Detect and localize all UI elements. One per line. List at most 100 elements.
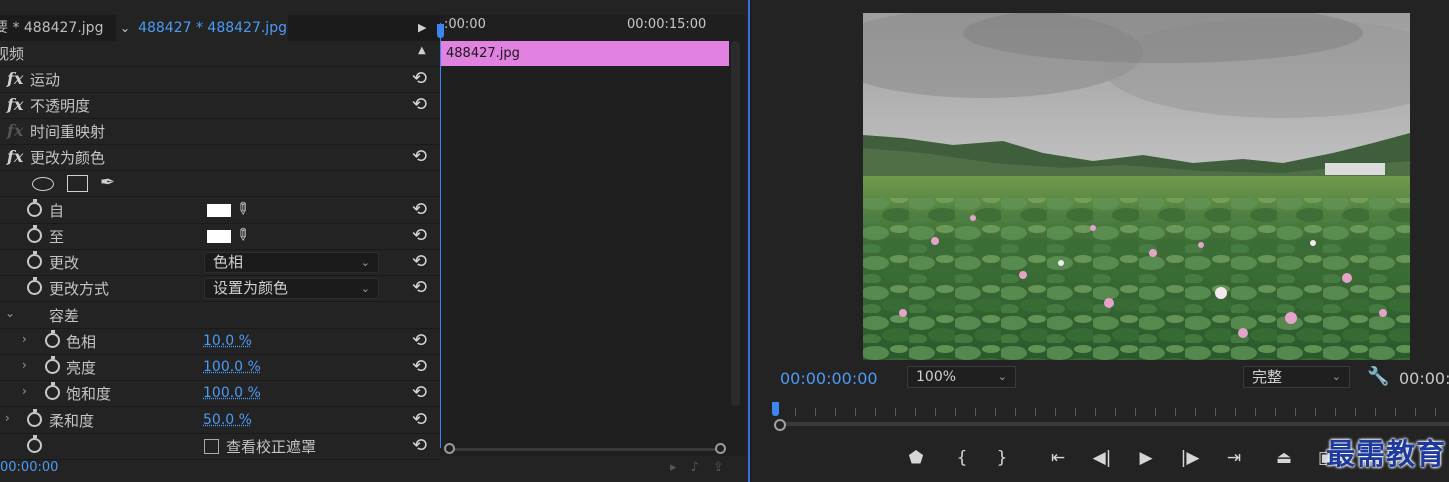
zoom-handle[interactable] [774, 419, 786, 431]
stopwatch-icon[interactable] [27, 199, 42, 217]
effect-row-motion[interactable]: fx 运动 ⟲ [0, 67, 440, 93]
monitor-time-ruler[interactable] [772, 400, 1449, 434]
zoom-handle-left[interactable] [444, 443, 455, 454]
zoom-dropdown[interactable]: 100% ⌄ [907, 366, 1016, 388]
mark-in-button[interactable]: { [948, 446, 976, 470]
lightness-value[interactable]: 100.0 % [203, 359, 261, 375]
reset-icon[interactable]: ⟲ [412, 382, 427, 403]
chevron-right-icon[interactable]: › [22, 358, 27, 372]
rectangle-mask-icon[interactable] [67, 175, 88, 192]
clip-bar[interactable]: 488427.jpg [441, 41, 729, 66]
chevron-right-icon[interactable]: › [22, 332, 27, 346]
eyedropper-icon[interactable]: ✎ [231, 223, 254, 246]
step-forward-button[interactable]: |▶ [1176, 446, 1204, 470]
add-marker-button[interactable]: ⬟ [902, 446, 930, 470]
param-label: 饱和度 [66, 385, 112, 403]
effect-row-opacity[interactable]: fx 不透明度 ⟲ [0, 93, 440, 119]
reset-icon[interactable]: ⟲ [412, 277, 427, 298]
reset-icon[interactable]: ⟲ [412, 251, 427, 272]
chevron-down-icon[interactable]: ⌄ [120, 21, 130, 35]
stopwatch-icon[interactable] [27, 277, 42, 295]
change-dropdown-value: 色相 [213, 253, 244, 271]
section-header-video[interactable]: 视频 ▲ [0, 41, 440, 67]
chevron-right-icon[interactable]: › [22, 384, 27, 398]
change-dropdown[interactable]: 色相 ⌄ [204, 252, 379, 273]
from-color-swatch[interactable] [207, 204, 231, 217]
lift-button[interactable]: ⏏ [1270, 446, 1298, 470]
audio-only-icon[interactable]: ▸♪ [670, 460, 713, 475]
param-label: 更改方式 [49, 280, 110, 298]
mask-tools-row: ✒ [0, 171, 440, 197]
reset-icon[interactable]: ⟲ [412, 225, 427, 246]
monitor-playhead[interactable] [772, 402, 779, 416]
stopwatch-icon[interactable] [45, 330, 60, 348]
play-triangle-icon[interactable]: ▶ [418, 15, 426, 41]
zoom-scrollbar-track [450, 448, 722, 451]
effect-controls-timeline[interactable]: :00:00 00:00:15:00 488427.jpg [437, 15, 745, 456]
saturation-value[interactable]: 100.0 % [203, 385, 261, 401]
tab-active-clip[interactable]: ⌄ 488427 * 488427.jpg [116, 15, 288, 41]
ellipse-mask-icon[interactable] [32, 177, 54, 191]
change-by-dropdown[interactable]: 设置为颜色 ⌄ [204, 278, 379, 299]
video-frame-lotus-pond[interactable] [863, 13, 1410, 360]
play-button[interactable]: ▶ [1132, 446, 1160, 470]
vertical-scrollbar[interactable] [731, 41, 740, 406]
reset-icon[interactable]: ⟲ [412, 68, 427, 89]
zoom-scrollbar[interactable] [444, 442, 729, 456]
param-row-tolerance[interactable]: ⌄ 容差 [0, 303, 440, 329]
param-label: 色相 [66, 333, 97, 351]
mark-out-button[interactable]: } [988, 446, 1016, 470]
reset-icon[interactable]: ⟲ [412, 146, 427, 167]
ruler-start-timecode: :00:00 [444, 17, 486, 32]
playhead-handle[interactable] [437, 24, 444, 38]
program-monitor: 00:00:00:00 100% ⌄ 完整 ⌄ 🔧 00:00: ⬟ { } ⇤ ◀… [752, 0, 1449, 482]
export-icon[interactable]: ⇪ [713, 460, 738, 475]
chevron-down-icon[interactable]: ⌄ [5, 306, 15, 320]
reset-icon[interactable]: ⟲ [412, 435, 427, 456]
param-label: 自 [49, 202, 65, 220]
step-back-button[interactable]: ◀| [1088, 446, 1116, 470]
stopwatch-icon[interactable] [27, 251, 42, 269]
reset-icon[interactable]: ⟲ [412, 199, 427, 220]
wrench-icon[interactable]: 🔧 [1367, 366, 1389, 387]
softness-value[interactable]: 50.0 % [203, 412, 252, 428]
go-to-in-button[interactable]: ⇤ [1044, 446, 1072, 470]
effect-controls-panel: 要 * 488427.jpg ⌄ 488427 * 488427.jpg ▶ 视频… [0, 0, 750, 482]
collapse-arrow-icon[interactable]: ▲ [418, 45, 426, 56]
param-row-change: 更改 色相 ⌄ ⟲ [0, 250, 440, 276]
eyedropper-icon[interactable]: ✎ [231, 197, 254, 220]
duration-timecode: 00:00: [1399, 369, 1449, 388]
reset-icon[interactable]: ⟲ [412, 409, 427, 430]
chevron-right-icon[interactable]: › [5, 411, 10, 425]
effect-row-time-remap[interactable]: fx 时间重映射 [0, 119, 440, 145]
param-label: 亮度 [66, 359, 97, 377]
pen-mask-icon[interactable]: ✒ [100, 172, 115, 193]
tab-master-clip[interactable]: 要 * 488427.jpg [0, 15, 103, 41]
playhead-line [440, 23, 441, 448]
fx-icon[interactable]: fx [7, 147, 23, 166]
zoom-handle-right[interactable] [715, 443, 726, 454]
stopwatch-icon[interactable] [45, 356, 60, 374]
resolution-dropdown[interactable]: 完整 ⌄ [1243, 366, 1350, 388]
effect-row-change-to-color[interactable]: fx 更改为颜色 ⟲ [0, 145, 440, 171]
effect-controls-timecode[interactable]: 00:00:00 [0, 460, 58, 475]
go-to-out-button[interactable]: ⇥ [1220, 446, 1248, 470]
fx-icon[interactable]: fx [7, 121, 23, 140]
stopwatch-icon[interactable] [27, 225, 42, 243]
current-timecode[interactable]: 00:00:00:00 [780, 369, 878, 388]
stopwatch-icon[interactable] [27, 435, 42, 453]
clip-bar-label: 488427.jpg [446, 46, 520, 61]
stopwatch-icon[interactable] [27, 409, 42, 427]
fx-icon[interactable]: fx [7, 95, 23, 114]
reset-icon[interactable]: ⟲ [412, 94, 427, 115]
param-label: 容差 [49, 307, 80, 325]
reset-icon[interactable]: ⟲ [412, 330, 427, 351]
view-mask-checkbox[interactable] [204, 439, 219, 454]
reset-icon[interactable]: ⟲ [412, 356, 427, 377]
to-color-swatch[interactable] [207, 230, 231, 243]
lotus-pond-image [863, 13, 1410, 360]
stopwatch-icon[interactable] [45, 382, 60, 400]
chevron-down-icon: ⌄ [997, 370, 1007, 383]
fx-icon[interactable]: fx [7, 69, 23, 88]
hue-value[interactable]: 10.0 % [203, 333, 252, 349]
